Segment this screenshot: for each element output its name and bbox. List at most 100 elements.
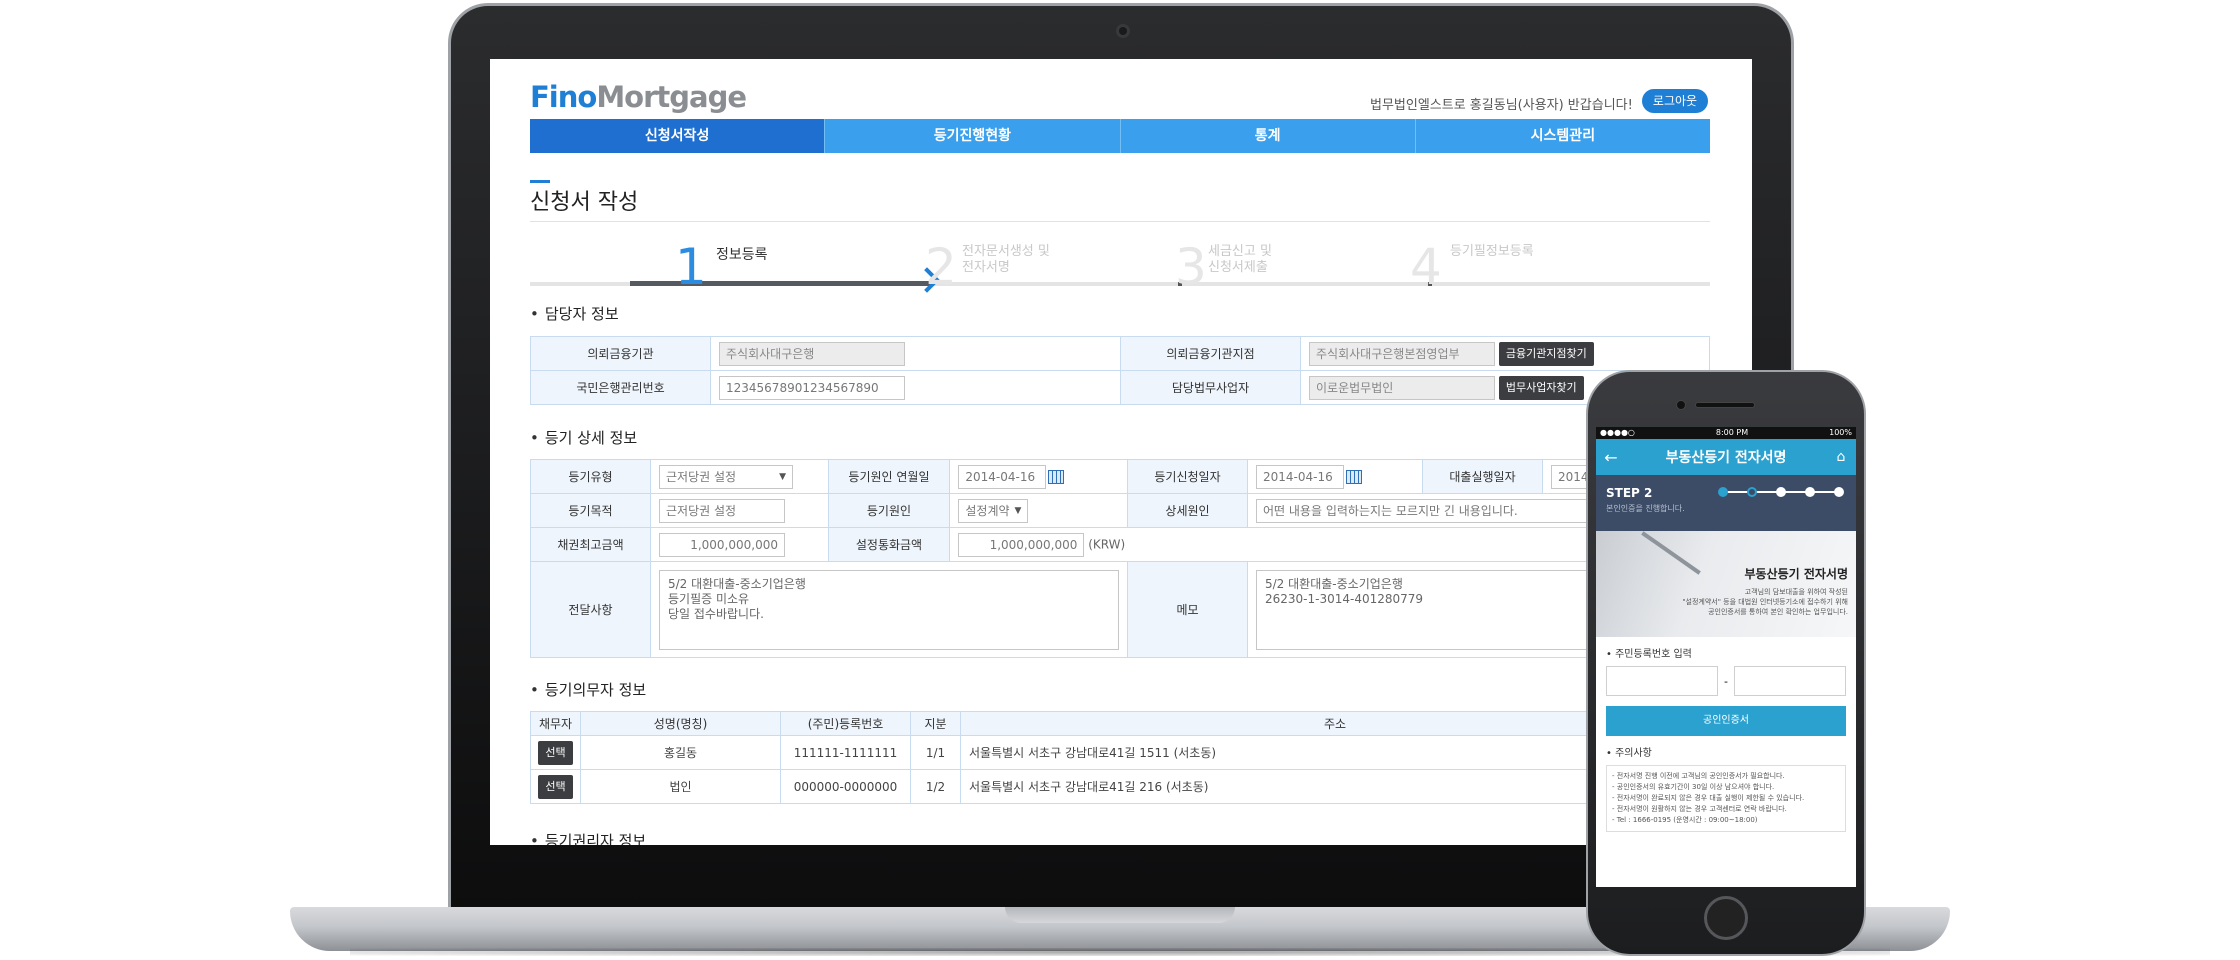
reg-type-select[interactable]: 근저당권 설정 ▼ [659,464,793,489]
rrn-back-input[interactable] [1734,666,1847,696]
step-4-label: 등기필정보등록 [1450,244,1534,259]
message-textarea[interactable]: 5/2 대환대출-중소기업은행 등기필증 미소유 당일 접수바랍니다. [659,569,1119,650]
signature-banner: 부동산등기 전자서명 고객님의 담보대출을 위하여 작성된 "설정계약서" 등을… [1596,531,1856,637]
select-button[interactable]: 선택 [538,774,573,799]
detail-cause-field[interactable]: 어떤 내용을 입력하는지는 모르지만 긴 내용입니다. [1256,498,1596,523]
cell-cause-date: 2014-04-16 [949,459,1128,494]
bank-field[interactable]: 주식회사대구은행 [719,341,905,366]
mobile-header: ← 부동산등기 전자서명 ⌂ [1596,439,1856,475]
back-arrow-icon[interactable]: ← [1596,448,1626,467]
purpose-field[interactable]: 근저당권 설정 [659,498,785,523]
calendar-icon[interactable] [1048,469,1065,484]
step-dots [1718,487,1846,497]
rrn-front-input[interactable] [1606,666,1719,696]
label-apply-date: 등기신청일자 [1127,459,1248,494]
manager-table: 의뢰금융기관 주식회사대구은행 의뢰금융기관지점 주식회사대구은행본점영업부 금… [530,336,1710,405]
cell-reg-type: 근저당권 설정 ▼ [650,459,829,494]
phone-home-button[interactable] [1704,896,1748,940]
title-divider [530,221,1710,222]
label-branch: 의뢰금융기관지점 [1120,336,1301,371]
office-field[interactable]: 이로운법무법인 [1309,375,1495,400]
cell-select: 선택 [530,769,581,804]
branch-field[interactable]: 주식회사대구은행본점영업부 [1309,341,1495,366]
find-office-button[interactable]: 법무사업자찾기 [1498,375,1584,400]
col-id: (주민)등록번호 [780,711,911,736]
laptop-screen: FinoMortgage 법무법인엘스트로 홍길동님(사용자) 반갑습니다! 로… [490,59,1752,845]
step-dot-current [1747,487,1757,497]
label-memo: 메모 [1127,561,1248,658]
label-max-amount: 채권최고금액 [530,527,651,562]
logo-part-2: Mortgage [596,80,747,114]
max-amount-field[interactable]: 1,000,000,000 [659,532,785,557]
label-purpose: 등기목적 [530,493,651,528]
step-dot [1805,487,1815,497]
certificate-button[interactable]: 공인인증서 [1606,706,1846,736]
mgmt-number-field[interactable]: 12345678901234567890 [719,375,905,400]
step-2-number: 2 [925,238,957,296]
cause-date-field[interactable]: 2014-04-16 [958,464,1047,489]
status-time: 8:00 PM [1715,428,1749,437]
cause-value: 설정계약 [965,503,1010,518]
cell-id: 111111-1111111 [780,735,911,770]
col-debtor: 채무자 [530,711,581,736]
pen-illustration [1641,531,1701,575]
chevron-down-icon: ▼ [779,471,786,482]
section-title-debtor: 등기의무자 정보 [530,679,646,700]
notice-title: 주의사항 [1596,736,1856,759]
notice-item: 전자서명이 원활하지 않는 경우 고객센터로 연락 바랍니다. [1612,804,1840,815]
table-row: 선택 홍길동 111111-1111111 1/1 서울특별시 서초구 강남대로… [530,735,1710,770]
chevron-down-icon: ▼ [1014,505,1022,516]
calendar-icon[interactable] [1346,469,1362,484]
cell-name: 홍길동 [580,735,781,770]
table-row: 선택 법인 000000-0000000 1/2 서울특별시 서초구 강남대로4… [530,769,1710,804]
label-office: 담당법무사업자 [1120,370,1301,405]
reg-type-value: 근저당권 설정 [666,469,737,484]
cell-message: 5/2 대환대출-중소기업은행 등기필증 미소유 당일 접수바랍니다. [650,561,1128,658]
mobile-title: 부동산등기 전자서명 [1665,450,1787,466]
step-dot [1776,487,1786,497]
memo-textarea[interactable]: 5/2 대환대출-중소기업은행 26230-1-3014-401280779 [1256,569,1616,650]
nav-item-system[interactable]: 시스템관리 [1414,119,1710,153]
detail-table: 등기유형 근저당권 설정 ▼ 등기원인 연월일 2014-04-16 등기신청일자… [530,459,1710,658]
select-button[interactable]: 선택 [538,740,573,765]
welcome-message: 법무법인엘스트로 홍길동님(사용자) 반갑습니다! [1370,98,1633,113]
mobile-step-title: STEP 2 [1606,486,1653,500]
check-icon [1718,487,1728,497]
rrn-separator: - [1724,674,1728,688]
logout-button[interactable]: 로그아웃 [1642,89,1708,113]
app-logo[interactable]: FinoMortgage [530,80,747,114]
nav-item-statistics[interactable]: 통계 [1119,119,1415,153]
cell-select: 선택 [530,735,581,770]
step-3-label: 세금신고 및 신청서제출 [1208,244,1272,275]
status-bar: ●●●●○ 8:00 PM 100% [1596,427,1856,439]
rrn-label: 주민등록번호 입력 [1596,637,1856,660]
notice-item: 전자서명이 완료되지 않은 경우 대출 실행이 제한될 수 있습니다. [1612,793,1840,804]
home-icon[interactable]: ⌂ [1826,449,1856,465]
step-1-label: 정보등록 [716,247,768,263]
section-title-creditor: 등기권리자 정보 [530,830,646,845]
battery-level: 100% [1829,428,1852,437]
cell-mgmt-number: 12345678901234567890 [710,370,1121,405]
phone-camera [1676,400,1686,410]
nav-item-application[interactable]: 신청서작성 [530,119,825,153]
notice-item: 전자서명 진행 이전에 고객님의 공인인증서가 필요합니다. [1612,771,1840,782]
find-branch-button[interactable]: 금융기관지점찾기 [1498,341,1594,366]
currency-amount-field[interactable]: 1,000,000,000 [958,532,1085,557]
label-message: 전달사항 [530,561,651,658]
apply-date-field[interactable]: 2014-04-16 [1256,464,1344,489]
cause-select[interactable]: 설정계약 ▼ [958,498,1029,523]
debtor-table: 채무자 성명(명칭) (주민)등록번호 지분 주소 선택 홍길동 111111-… [530,711,1710,804]
step-1-number: 1 [675,238,707,296]
main-nav: 신청서작성 등기진행현황 통계 시스템관리 [530,119,1710,153]
cell-id: 000000-0000000 [780,769,911,804]
cell-apply-date: 2014-04-16 [1247,459,1423,494]
signal-icon: ●●●●○ [1600,428,1635,437]
label-cause-date: 등기원인 연월일 [827,459,951,494]
laptop-notch [1005,907,1235,923]
step-2-label: 전자문서생성 및 전자서명 [962,244,1050,275]
nav-item-progress[interactable]: 등기진행현황 [824,119,1119,153]
page-title: 신청서 작성 [530,190,639,215]
label-currency-amount: 설정통화금액 [827,527,951,562]
laptop-camera [1116,24,1130,38]
phone-speaker [1695,402,1755,408]
